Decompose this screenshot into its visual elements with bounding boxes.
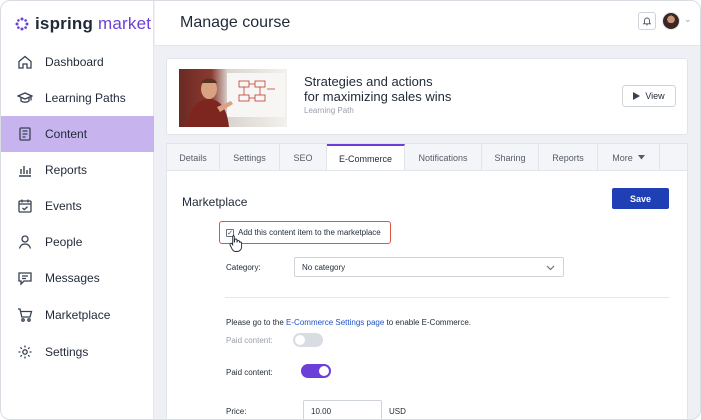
paid-content-label: Paid content: bbox=[226, 368, 273, 377]
hand-cursor-icon bbox=[229, 235, 243, 252]
sidebar-item-people[interactable]: People bbox=[1, 225, 154, 259]
chevron-down-icon bbox=[546, 265, 555, 271]
save-button[interactable]: Save bbox=[612, 188, 669, 209]
app-window: ispring market Dashboard Learning Paths … bbox=[0, 0, 701, 420]
marketplace-checkbox-row[interactable]: ✓ Add this content item to the marketpla… bbox=[219, 221, 391, 244]
price-label: Price: bbox=[226, 407, 247, 416]
sidebar-item-label: Marketplace bbox=[45, 308, 111, 322]
home-icon bbox=[18, 55, 32, 69]
paid-content-toggle[interactable] bbox=[301, 364, 331, 378]
section-title: Marketplace bbox=[182, 195, 248, 209]
logo[interactable]: ispring market bbox=[15, 13, 151, 35]
currency-label: USD bbox=[389, 407, 406, 416]
marketplace-checkbox-label: Add this content item to the marketplace bbox=[238, 228, 381, 237]
view-button[interactable]: View bbox=[622, 85, 676, 107]
tab-more[interactable]: More bbox=[598, 144, 660, 171]
tab-seo[interactable]: SEO bbox=[280, 144, 327, 171]
price-input[interactable]: 10.00 bbox=[303, 400, 382, 419]
category-select[interactable]: No category bbox=[294, 257, 564, 277]
content-icon bbox=[19, 127, 31, 141]
tab-settings[interactable]: Settings bbox=[220, 144, 280, 171]
ecommerce-panel: Marketplace Save ✓ Add this content item… bbox=[166, 170, 688, 419]
tab-e-commerce[interactable]: E-Commerce bbox=[327, 144, 405, 171]
sidebar-item-events[interactable]: Events bbox=[1, 189, 154, 223]
graduation-cap-icon bbox=[17, 92, 33, 103]
sidebar: ispring market Dashboard Learning Paths … bbox=[1, 1, 154, 419]
paid-content-toggle-disabled bbox=[293, 333, 323, 347]
message-icon bbox=[18, 272, 32, 286]
chevron-down-icon[interactable]: ⌄ bbox=[684, 14, 692, 25]
avatar[interactable] bbox=[662, 12, 680, 30]
tab-details[interactable]: Details bbox=[167, 144, 220, 171]
sidebar-item-messages[interactable]: Messages bbox=[1, 261, 154, 295]
category-label: Category: bbox=[226, 263, 261, 272]
sidebar-item-label: Learning Paths bbox=[45, 91, 126, 105]
course-type: Learning Path bbox=[304, 106, 354, 115]
sidebar-item-marketplace[interactable]: Marketplace bbox=[1, 298, 154, 332]
course-thumbnail bbox=[179, 69, 287, 127]
sidebar-item-label: Content bbox=[45, 127, 88, 141]
tab-notifications[interactable]: Notifications bbox=[405, 144, 482, 171]
bell-icon bbox=[642, 17, 652, 26]
sidebar-item-label: Settings bbox=[45, 345, 89, 359]
sidebar-item-content[interactable]: Content bbox=[1, 116, 154, 152]
sidebar-item-label: Events bbox=[45, 199, 82, 213]
course-title: Strategies and actions for maximizing sa… bbox=[304, 74, 452, 104]
logo-text: ispring market bbox=[35, 14, 152, 33]
notifications-button[interactable] bbox=[638, 12, 656, 30]
tab-reports[interactable]: Reports bbox=[539, 144, 598, 171]
person-icon bbox=[18, 235, 32, 249]
sidebar-item-label: Messages bbox=[45, 271, 100, 285]
sidebar-item-label: People bbox=[45, 235, 83, 249]
tab-bar: Details Settings SEO E-Commerce Notifica… bbox=[166, 143, 688, 171]
caret-down-icon bbox=[637, 155, 645, 160]
tab-sharing[interactable]: Sharing bbox=[482, 144, 539, 171]
paid-content-label-disabled: Paid content: bbox=[226, 336, 273, 345]
divider bbox=[225, 297, 670, 298]
sidebar-item-label: Reports bbox=[45, 163, 88, 177]
course-card: Strategies and actions for maximizing sa… bbox=[166, 58, 688, 135]
play-icon bbox=[633, 92, 641, 100]
bar-chart-icon bbox=[19, 166, 31, 177]
sidebar-item-dashboard[interactable]: Dashboard bbox=[1, 45, 154, 79]
calendar-icon bbox=[18, 199, 32, 213]
ispring-logo-icon bbox=[15, 17, 29, 31]
sidebar-item-label: Dashboard bbox=[45, 55, 104, 69]
cart-icon bbox=[18, 308, 33, 322]
ecommerce-settings-link[interactable]: E-Commerce Settings page bbox=[286, 318, 384, 327]
ecommerce-note: Please go to the E-Commerce Settings pag… bbox=[226, 318, 472, 327]
page-title: Manage course bbox=[180, 14, 291, 31]
sidebar-item-reports[interactable]: Reports bbox=[1, 153, 154, 187]
gear-icon bbox=[18, 345, 32, 359]
sidebar-item-settings[interactable]: Settings bbox=[1, 335, 154, 369]
header: Manage course ⌄ bbox=[155, 1, 700, 46]
sidebar-item-learning-paths[interactable]: Learning Paths bbox=[1, 81, 154, 115]
